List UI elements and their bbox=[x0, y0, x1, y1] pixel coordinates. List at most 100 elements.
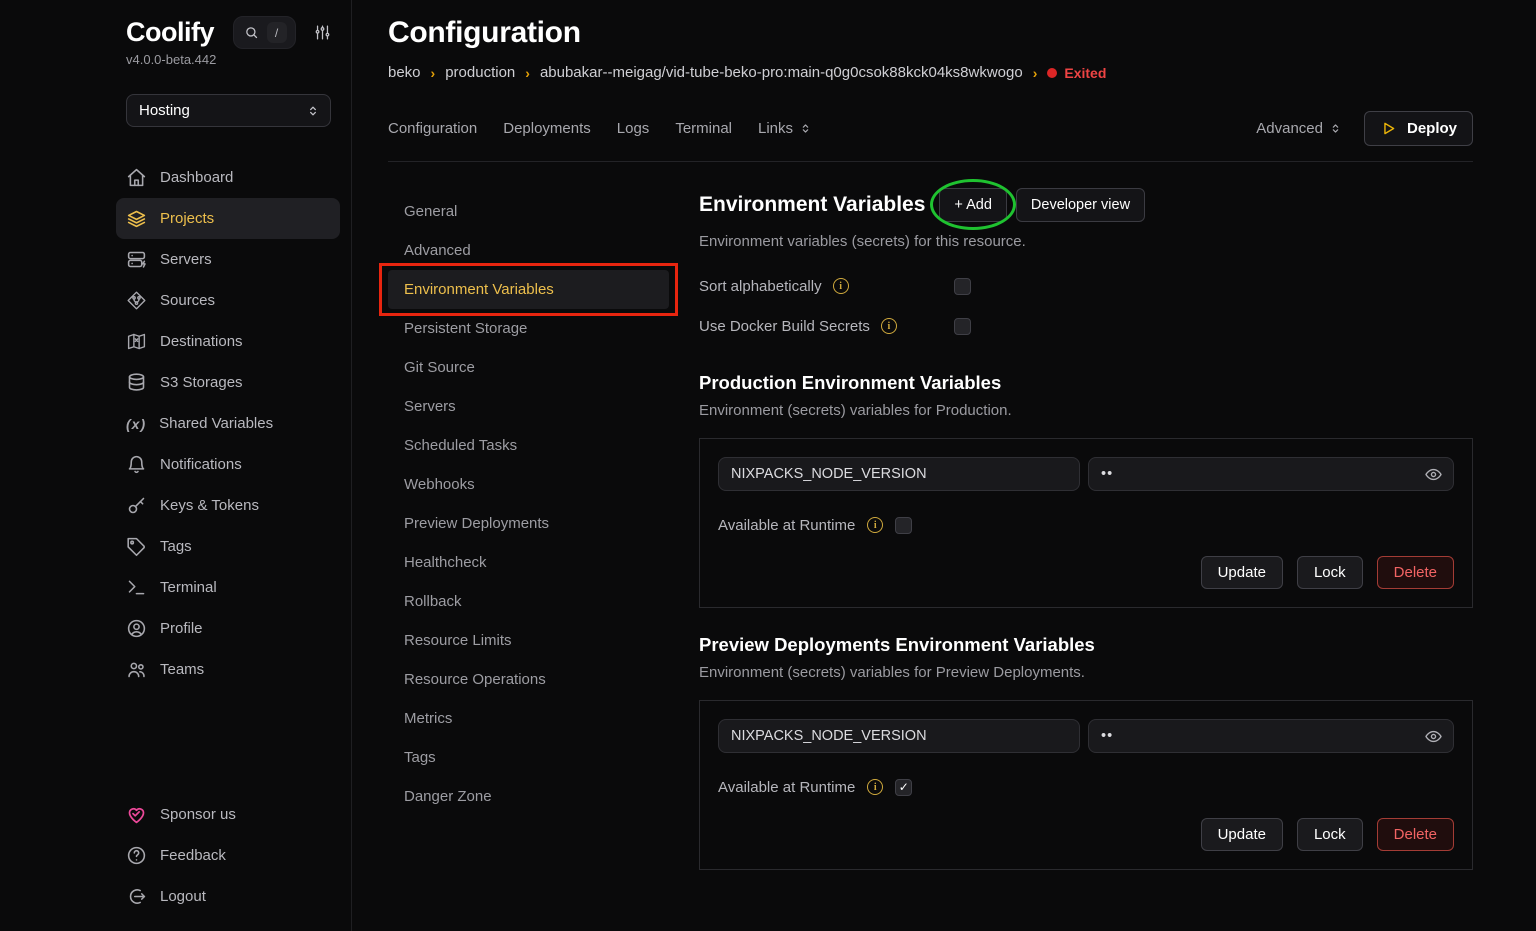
tab-logs[interactable]: Logs bbox=[617, 120, 650, 137]
reveal-value-button[interactable] bbox=[1416, 721, 1450, 751]
sidebar-item-keys-tokens[interactable]: Keys & Tokens bbox=[116, 485, 340, 526]
docker-build-secrets-checkbox[interactable] bbox=[954, 318, 971, 335]
subnav-item-metrics[interactable]: Metrics bbox=[388, 699, 669, 738]
search-button[interactable]: / bbox=[233, 16, 296, 49]
tab-links-label: Links bbox=[758, 120, 793, 137]
eye-icon bbox=[1424, 465, 1443, 484]
info-icon[interactable] bbox=[881, 318, 897, 334]
sidebar-item-label: Keys & Tokens bbox=[160, 497, 259, 514]
delete-button[interactable]: Delete bbox=[1377, 556, 1454, 589]
sidebar-item-sources[interactable]: Sources bbox=[116, 280, 340, 321]
breadcrumb-environment[interactable]: production bbox=[445, 64, 515, 81]
search-icon bbox=[244, 25, 259, 40]
sidebar-item-feedback[interactable]: Feedback bbox=[116, 835, 340, 876]
subnav-item-webhooks[interactable]: Webhooks bbox=[388, 465, 669, 504]
info-icon[interactable] bbox=[867, 517, 883, 533]
tabs-row: Configuration Deployments Logs Terminal … bbox=[388, 111, 1473, 146]
sidebar-item-teams[interactable]: Teams bbox=[116, 649, 340, 690]
sidebar-item-logout[interactable]: Logout bbox=[116, 876, 340, 917]
subnav-item-environment-variables[interactable]: Environment Variables bbox=[388, 270, 669, 309]
tab-links[interactable]: Links bbox=[758, 120, 812, 137]
info-icon[interactable] bbox=[867, 779, 883, 795]
sidebar-item-label: Feedback bbox=[160, 847, 226, 864]
subnav-item-resource-operations[interactable]: Resource Operations bbox=[388, 660, 669, 699]
chevron-right-icon: › bbox=[1033, 65, 1038, 81]
subnav-item-scheduled-tasks[interactable]: Scheduled Tasks bbox=[388, 426, 669, 465]
tabs: Configuration Deployments Logs Terminal … bbox=[388, 120, 812, 137]
production-section-description: Environment (secrets) variables for Prod… bbox=[699, 402, 1473, 419]
app-version: v4.0.0-beta.442 bbox=[126, 52, 331, 67]
breadcrumb-team[interactable]: beko bbox=[388, 64, 421, 81]
sidebar-item-terminal[interactable]: Terminal bbox=[116, 567, 340, 608]
subnav-item-persistent-storage[interactable]: Persistent Storage bbox=[388, 309, 669, 348]
breadcrumb-resource[interactable]: abubakar--meigag/vid-tube-beko-pro:main-… bbox=[540, 64, 1023, 81]
subnav-item-git-source[interactable]: Git Source bbox=[388, 348, 669, 387]
bell-icon bbox=[126, 454, 147, 475]
status-badge: Exited bbox=[1047, 65, 1106, 81]
delete-button[interactable]: Delete bbox=[1377, 818, 1454, 851]
update-button[interactable]: Update bbox=[1201, 818, 1283, 851]
lock-button[interactable]: Lock bbox=[1297, 818, 1363, 851]
subnav-item-danger-zone[interactable]: Danger Zone bbox=[388, 777, 669, 816]
subnav-item-preview-deployments[interactable]: Preview Deployments bbox=[388, 504, 669, 543]
sidebar-item-label: Projects bbox=[160, 210, 214, 227]
env-key-input[interactable] bbox=[718, 457, 1080, 491]
deploy-label: Deploy bbox=[1407, 120, 1457, 137]
team-select-value: Hosting bbox=[139, 102, 190, 119]
sidebar: Coolify / v4.0.0-beta.442 Hosting Dashbo… bbox=[0, 0, 352, 931]
preview-section-title: Preview Deployments Environment Variable… bbox=[699, 634, 1473, 656]
subnav-item-rollback[interactable]: Rollback bbox=[388, 582, 669, 621]
sidebar-item-projects[interactable]: Projects bbox=[116, 198, 340, 239]
env-value-input[interactable] bbox=[1088, 457, 1454, 491]
sidebar-item-label: Profile bbox=[160, 620, 203, 637]
advanced-dropdown[interactable]: Advanced bbox=[1256, 120, 1342, 137]
sidebar-item-shared-variables[interactable]: (x) Shared Variables bbox=[116, 403, 340, 444]
subnav-item-general[interactable]: General bbox=[388, 192, 669, 231]
sidebar-item-dashboard[interactable]: Dashboard bbox=[116, 157, 340, 198]
main-area: Configuration beko › production › abubak… bbox=[352, 0, 1536, 931]
deploy-button[interactable]: Deploy bbox=[1364, 111, 1473, 146]
subnav-item-resource-limits[interactable]: Resource Limits bbox=[388, 621, 669, 660]
chevron-right-icon: › bbox=[525, 65, 530, 81]
reveal-value-button[interactable] bbox=[1416, 459, 1450, 489]
env-value-input[interactable] bbox=[1088, 719, 1454, 753]
developer-view-button[interactable]: Developer view bbox=[1016, 188, 1145, 222]
sort-alphabetically-checkbox[interactable] bbox=[954, 278, 971, 295]
sidebar-item-s3-storages[interactable]: S3 Storages bbox=[116, 362, 340, 403]
available-at-runtime-checkbox[interactable] bbox=[895, 779, 912, 796]
env-var-card-preview: Available at Runtime Update Lock Delete bbox=[699, 700, 1473, 870]
available-at-runtime-checkbox[interactable] bbox=[895, 517, 912, 534]
settings-subnav: General Advanced Environment Variables P… bbox=[388, 192, 669, 816]
sidebar-nav: Dashboard Projects Servers Sources Desti… bbox=[126, 157, 331, 690]
sidebar-item-sponsor-us[interactable]: Sponsor us bbox=[116, 794, 340, 835]
tab-configuration[interactable]: Configuration bbox=[388, 120, 477, 137]
subnav-item-advanced[interactable]: Advanced bbox=[388, 231, 669, 270]
lock-button[interactable]: Lock bbox=[1297, 556, 1363, 589]
production-section-title: Production Environment Variables bbox=[699, 372, 1473, 394]
sidebar-item-label: Notifications bbox=[160, 456, 242, 473]
environment-variables-panel: Environment Variables + Add Developer vi… bbox=[699, 188, 1473, 910]
sidebar-item-label: Teams bbox=[160, 661, 204, 678]
env-key-input[interactable] bbox=[718, 719, 1080, 753]
sidebar-item-label: Sources bbox=[160, 292, 215, 309]
sliders-icon[interactable] bbox=[314, 24, 331, 41]
tab-deployments[interactable]: Deployments bbox=[503, 120, 591, 137]
add-button[interactable]: + Add bbox=[939, 188, 1007, 222]
users-icon bbox=[126, 659, 147, 680]
sidebar-item-notifications[interactable]: Notifications bbox=[116, 444, 340, 485]
search-shortcut-key: / bbox=[267, 22, 287, 43]
sidebar-item-destinations[interactable]: Destinations bbox=[116, 321, 340, 362]
subnav-item-servers[interactable]: Servers bbox=[388, 387, 669, 426]
subnav-item-tags[interactable]: Tags bbox=[388, 738, 669, 777]
info-icon[interactable] bbox=[833, 278, 849, 294]
sidebar-item-tags[interactable]: Tags bbox=[116, 526, 340, 567]
update-button[interactable]: Update bbox=[1201, 556, 1283, 589]
server-icon bbox=[126, 249, 147, 270]
tab-terminal[interactable]: Terminal bbox=[675, 120, 732, 137]
sidebar-item-profile[interactable]: Profile bbox=[116, 608, 340, 649]
sidebar-item-label: Terminal bbox=[160, 579, 217, 596]
sidebar-item-servers[interactable]: Servers bbox=[116, 239, 340, 280]
subnav-item-healthcheck[interactable]: Healthcheck bbox=[388, 543, 669, 582]
sidebar-item-label: Servers bbox=[160, 251, 212, 268]
team-select[interactable]: Hosting bbox=[126, 94, 331, 127]
